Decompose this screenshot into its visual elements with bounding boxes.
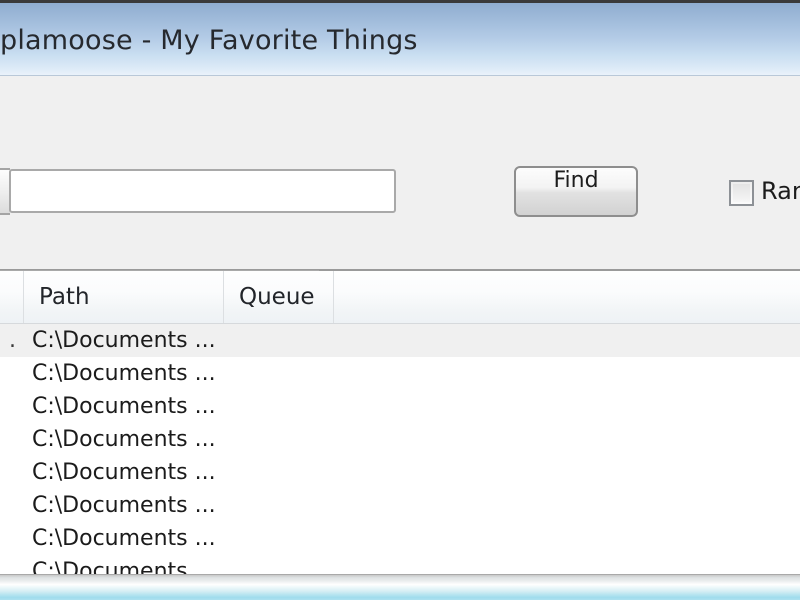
search-toolbar: Find Ran Next Prev [0, 76, 800, 317]
title-bar: plamoose - My Favorite Things [0, 3, 800, 76]
column-header-index[interactable] [0, 271, 24, 323]
application-window: plamoose - My Favorite Things Find Ran N… [0, 0, 800, 600]
status-bar [0, 574, 800, 600]
row-queue [238, 489, 334, 522]
row-marker [0, 456, 24, 489]
random-checkbox-label: Ran [761, 177, 800, 205]
row-queue [238, 423, 334, 456]
row-queue [238, 324, 334, 357]
table-row[interactable]: C:\Documents ... [0, 522, 800, 555]
row-queue [238, 522, 334, 555]
table-row[interactable]: C:\Documents ... [0, 390, 800, 423]
list-column-headers: Path Queue [0, 271, 800, 324]
find-input[interactable] [9, 169, 396, 213]
file-list-view[interactable]: Path Queue . C:\Documents ... C:\Documents… [0, 271, 800, 574]
find-button[interactable]: Find [514, 166, 638, 217]
row-queue [238, 555, 334, 574]
table-row[interactable]: C:\Documents ... [0, 357, 800, 390]
row-marker: . [9, 328, 16, 353]
row-marker [0, 357, 24, 390]
column-header-extra[interactable] [334, 271, 800, 323]
table-row[interactable]: C:\Documents ... [0, 423, 800, 456]
row-marker [0, 522, 24, 555]
list-rows: . C:\Documents ... C:\Documents ... C:\Docu… [0, 324, 800, 574]
random-checkbox-group[interactable]: Ran [729, 177, 800, 209]
random-checkbox[interactable] [729, 180, 754, 206]
window-title: plamoose - My Favorite Things [0, 25, 418, 56]
row-marker [0, 423, 24, 456]
row-marker [0, 555, 24, 574]
table-row[interactable]: C:\Documents ... [0, 489, 800, 522]
row-queue [238, 390, 334, 423]
column-header-queue[interactable]: Queue [224, 271, 334, 323]
row-marker [0, 390, 24, 423]
row-queue [238, 456, 334, 489]
table-row[interactable]: C:\Documents ... [0, 456, 800, 489]
row-marker [0, 489, 24, 522]
column-header-path[interactable]: Path [24, 271, 224, 323]
row-queue [238, 357, 334, 390]
table-row[interactable]: C:\Documents ... [0, 555, 800, 574]
table-row[interactable]: . C:\Documents ... [0, 324, 800, 357]
